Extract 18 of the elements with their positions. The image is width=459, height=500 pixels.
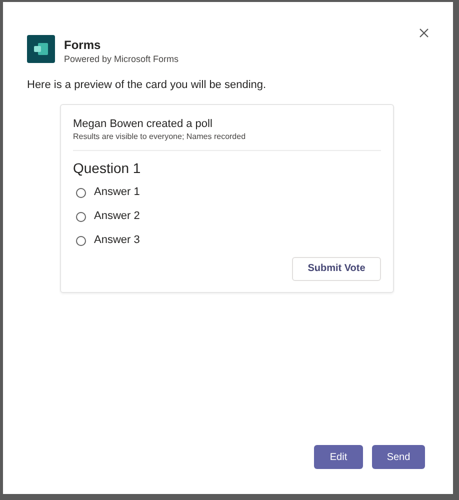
poll-title: Megan Bowen created a poll (73, 116, 214, 130)
radio-button[interactable] (76, 236, 86, 246)
radio-button[interactable] (76, 188, 86, 198)
close-button[interactable] (417, 26, 431, 40)
close-icon (419, 28, 429, 38)
answer-label: Answer 3 (94, 233, 140, 248)
answer-label: Answer 2 (94, 209, 140, 224)
poll-subtitle: Results are visible to everyone; Names recorded (73, 130, 247, 142)
edit-button[interactable]: Edit (314, 445, 363, 469)
app-icon (27, 35, 55, 63)
app-name: Forms (64, 38, 102, 53)
answer-label: Answer 1 (94, 185, 140, 200)
submit-vote-button[interactable]: Submit Vote (292, 256, 381, 280)
app-subtitle: Powered by Microsoft Forms (64, 53, 179, 65)
send-button[interactable]: Send (372, 445, 425, 469)
question-title: Question 1 (73, 158, 142, 176)
radio-button[interactable] (76, 212, 86, 222)
intro-text: Here is a preview of the card you will be sending. (27, 78, 268, 93)
